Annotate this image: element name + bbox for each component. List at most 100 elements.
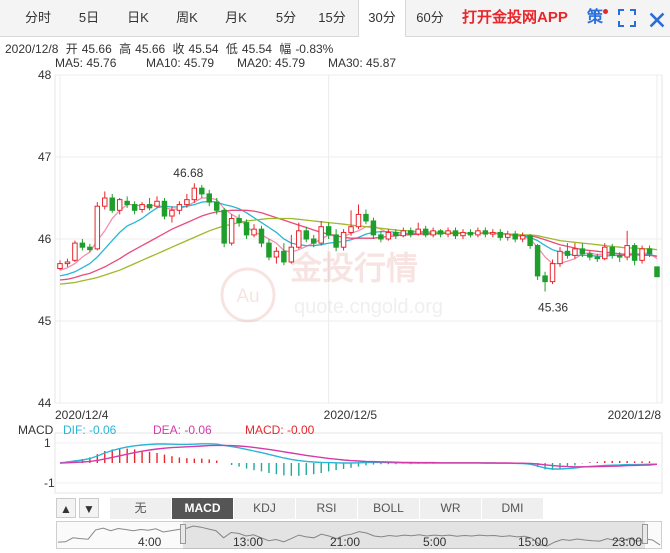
candle-body xyxy=(355,213,362,228)
navigator-tick: 15:00 xyxy=(518,535,549,549)
watermark-logo: Au xyxy=(236,286,259,307)
indicator-tab-6[interactable]: DMI xyxy=(482,498,544,519)
y-tick-label: 47 xyxy=(38,150,52,164)
y-tick-label: 45 xyxy=(38,314,52,328)
candle-body xyxy=(587,253,593,258)
candle-body xyxy=(557,250,563,265)
candle-body xyxy=(646,248,653,255)
candle-body xyxy=(296,230,302,248)
high-annotation: 46.68 xyxy=(173,166,203,180)
indicator-tab-3[interactable]: RSI xyxy=(296,498,358,519)
chart-grid xyxy=(54,74,663,404)
candle-body xyxy=(385,231,392,240)
candle-body xyxy=(64,261,71,265)
candle-body xyxy=(616,254,623,258)
candle-body xyxy=(639,248,645,261)
navigator-right-handle[interactable] xyxy=(642,524,648,544)
candle-body xyxy=(654,266,660,278)
candle-body xyxy=(176,204,183,211)
macd-y-tick: 1 xyxy=(44,436,51,450)
candle-body xyxy=(549,263,556,283)
x-axis-label: 2020/12/5 xyxy=(324,408,378,422)
candle-body xyxy=(288,246,295,263)
candle-body xyxy=(497,231,504,238)
candle-body xyxy=(243,222,250,236)
candle-body xyxy=(281,250,287,263)
candle-body xyxy=(527,235,533,247)
candle-body xyxy=(475,230,481,236)
low-annotation: 45.36 xyxy=(538,300,568,314)
candle-body xyxy=(79,242,86,248)
candle-body xyxy=(445,230,451,235)
candle-body xyxy=(422,228,429,236)
candle-body xyxy=(437,230,444,235)
candle-body xyxy=(602,246,608,260)
indicator-tab-4[interactable]: BOLL xyxy=(358,498,420,519)
dea-legend: DEA: -0.06 xyxy=(153,423,212,437)
y-tick-label: 48 xyxy=(38,68,52,82)
candle-body xyxy=(430,230,436,236)
candle-body xyxy=(303,230,310,240)
candle-body xyxy=(199,187,205,195)
candle-body xyxy=(572,248,578,256)
candle-body xyxy=(318,226,324,244)
watermark: Au 金投行情 quote.cngold.org xyxy=(220,249,443,323)
watermark-url: quote.cngold.org xyxy=(294,296,443,318)
x-axis-label: 2020/12/8 xyxy=(608,408,662,422)
candle-body xyxy=(87,246,93,251)
indicator-tab-0[interactable]: 无 xyxy=(110,498,172,519)
navigator-left-handle[interactable] xyxy=(180,524,186,544)
y-tick-label: 46 xyxy=(38,232,52,246)
candle-body xyxy=(310,238,317,244)
candlestick-chart: Au 金投行情 quote.cngold.org 48 47 46 45 44 2020… xyxy=(38,68,663,494)
candle-body xyxy=(116,199,123,211)
indicator-tab-2[interactable]: KDJ xyxy=(234,498,296,519)
candle-body xyxy=(348,226,354,233)
candle-body xyxy=(273,250,280,258)
candle-body xyxy=(363,213,369,222)
candle-body xyxy=(452,230,459,237)
candle-body xyxy=(124,200,130,206)
candle-body xyxy=(407,230,414,235)
navigator-tick: 13:00 xyxy=(233,535,264,549)
next-indicator-button[interactable]: ▼ xyxy=(79,498,99,518)
macd-title: MACD xyxy=(18,423,54,437)
candle-body xyxy=(378,234,384,240)
candle-body xyxy=(57,263,63,270)
candle-body xyxy=(102,197,108,207)
candle-body xyxy=(512,233,518,240)
navigator-tick: 23:00 xyxy=(612,535,643,549)
candle-body xyxy=(154,200,160,207)
candle-body xyxy=(564,250,571,256)
candle-body xyxy=(460,231,466,237)
candle-body xyxy=(221,209,227,244)
candle-body xyxy=(505,233,511,238)
candle-body xyxy=(370,220,377,236)
candle-body xyxy=(519,235,526,240)
candle-body xyxy=(609,246,615,256)
candle-body xyxy=(72,242,78,261)
candle-body xyxy=(542,275,548,283)
candle-body xyxy=(400,230,407,237)
indicator-tab-1[interactable]: MACD xyxy=(172,498,234,519)
candle-body xyxy=(490,231,496,235)
candle-body xyxy=(146,204,153,209)
prev-indicator-button[interactable]: ▲ xyxy=(56,498,76,518)
y-tick-label: 44 xyxy=(38,396,52,410)
x-axis-label: 2020/12/4 xyxy=(55,408,109,422)
watermark-brand: 金投行情 xyxy=(289,249,418,287)
candle-body xyxy=(169,209,175,217)
candle-body xyxy=(534,245,541,277)
candle-body xyxy=(266,242,272,258)
candle-body xyxy=(94,205,101,250)
indicator-tab-5[interactable]: WR xyxy=(420,498,482,519)
candle-body xyxy=(624,245,630,258)
candle-body xyxy=(333,234,339,248)
macd-y-tick: -1 xyxy=(44,476,55,490)
candle-body xyxy=(415,228,421,235)
navigator-tick: 5:00 xyxy=(423,535,447,549)
candle-body xyxy=(325,226,332,236)
candle-body xyxy=(236,218,242,224)
candle-body xyxy=(579,248,586,255)
candle-body xyxy=(131,204,138,211)
